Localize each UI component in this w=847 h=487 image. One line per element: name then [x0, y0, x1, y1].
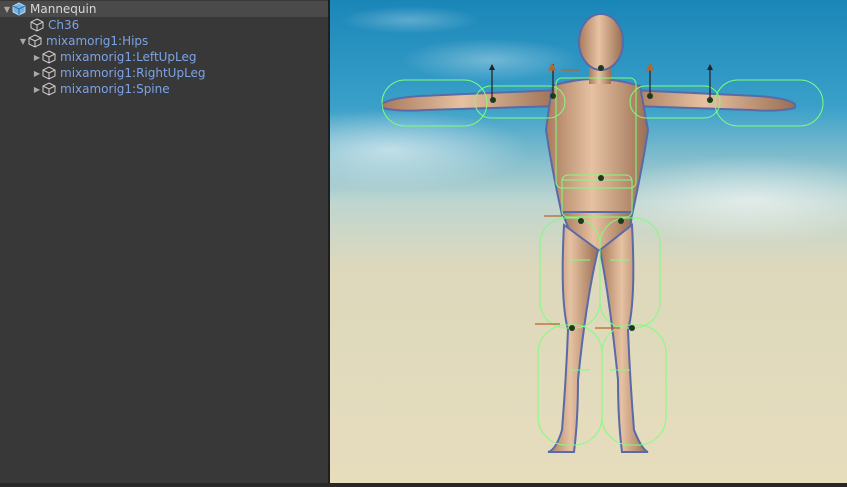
prefab-cube-icon [12, 2, 26, 16]
gameobject-cube-icon [42, 50, 56, 64]
expand-arrow-icon[interactable]: ▼ [2, 1, 12, 17]
hierarchy-label: Mannequin [30, 2, 97, 16]
hierarchy-row-mannequin[interactable]: ▼ Mannequin [0, 1, 328, 17]
hierarchy-row-rightupleg[interactable]: ▶ mixamorig1:RightUpLeg [0, 65, 328, 81]
hierarchy-row-leftupleg[interactable]: ▶ mixamorig1:LeftUpLeg [0, 49, 328, 65]
hierarchy-row-ch36[interactable]: Ch36 [0, 17, 328, 33]
gameobject-cube-icon [30, 18, 44, 32]
hierarchy-row-spine[interactable]: ▶ mixamorig1:Spine [0, 81, 328, 97]
hierarchy-label: mixamorig1:RightUpLeg [60, 66, 206, 80]
gameobject-cube-icon [28, 34, 42, 48]
expand-arrow-icon[interactable]: ▼ [18, 33, 28, 49]
hierarchy-label: mixamorig1:Hips [46, 34, 149, 48]
hierarchy-panel: ▼ Mannequin Ch36 ▼ mixamorig1:Hips ▶ mix… [0, 0, 328, 483]
collapse-arrow-icon[interactable]: ▶ [32, 49, 42, 65]
gameobject-cube-icon [42, 66, 56, 80]
scene-canvas[interactable] [250, 0, 847, 483]
scene-view[interactable] [250, 0, 847, 483]
hierarchy-label: Ch36 [48, 18, 80, 32]
hierarchy-row-hips[interactable]: ▼ mixamorig1:Hips [0, 33, 328, 49]
collapse-arrow-icon[interactable]: ▶ [32, 65, 42, 81]
gameobject-cube-icon [42, 82, 56, 96]
collapse-arrow-icon[interactable]: ▶ [32, 81, 42, 97]
hierarchy-label: mixamorig1:Spine [60, 82, 170, 96]
hierarchy-label: mixamorig1:LeftUpLeg [60, 50, 197, 64]
